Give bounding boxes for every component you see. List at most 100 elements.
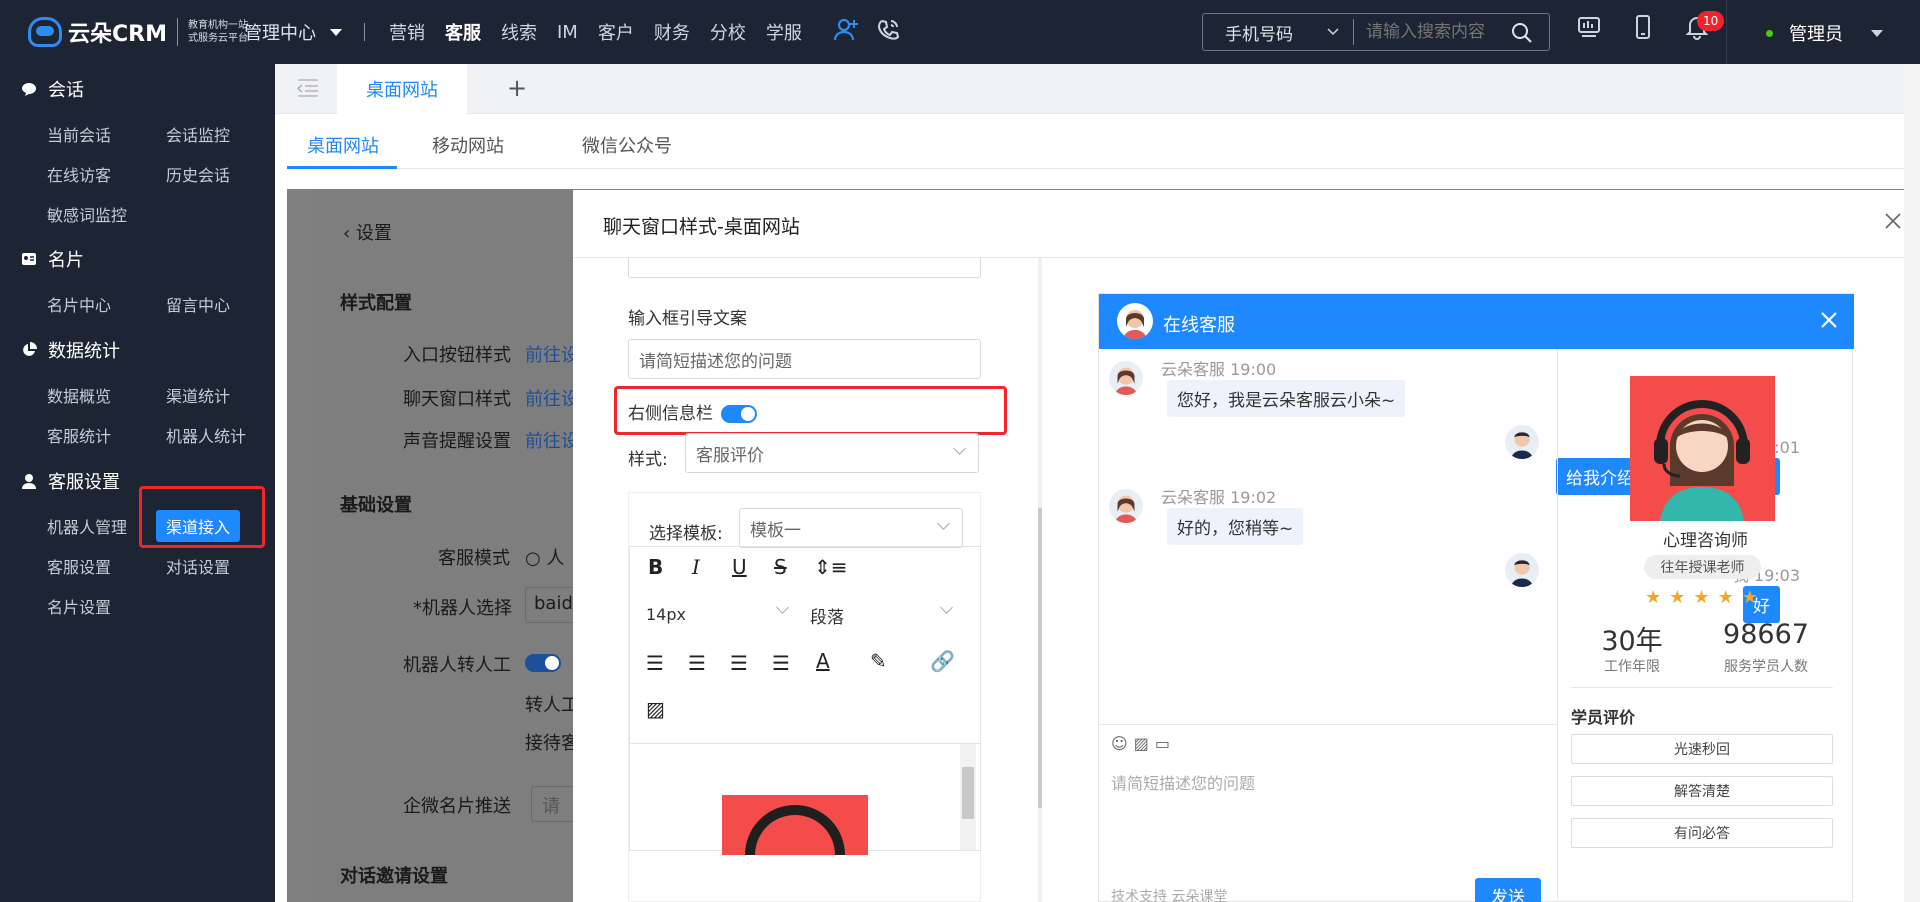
online-status-dot [1766, 29, 1773, 37]
template-select[interactable]: 模板一 [739, 508, 963, 548]
input-guide-label: 输入框引导文案 [628, 309, 747, 329]
close-icon[interactable] [1884, 212, 1902, 234]
font-size-select[interactable]: 14px [646, 605, 686, 624]
section-invite: 对话邀请设置 [340, 866, 448, 887]
chat-preview: 在线客服 云朵客服 19:00 您好，我是云朵客服云小朵~ 我 19:01 给我… [1098, 293, 1854, 902]
stat-years-label: 工作年限 [1604, 659, 1660, 675]
sidebar-item-history-session[interactable]: 历史会话 [166, 162, 230, 186]
global-search: 手机号码 [1202, 13, 1550, 51]
align-left-icon[interactable]: ☰ [646, 651, 664, 675]
search-type-select[interactable]: 手机号码 [1203, 20, 1353, 45]
nav-im[interactable]: IM [557, 22, 578, 43]
subtab-wechat-official[interactable]: 微信公众号 [582, 132, 672, 158]
add-tab-button[interactable]: + [507, 74, 527, 102]
sidebar-section-session[interactable]: 会话 [20, 76, 84, 102]
cloud-logo-icon [28, 17, 62, 47]
robot-transfer-toggle[interactable] [525, 654, 561, 672]
close-icon[interactable] [1820, 311, 1838, 334]
sidebar-item-current-session[interactable]: 当前会话 [47, 122, 111, 146]
align-center-icon[interactable]: ☰ [688, 651, 706, 675]
style-select[interactable]: 客服评价 [685, 433, 979, 473]
nav-leads[interactable]: 线索 [501, 19, 537, 45]
sidebar-section-card[interactable]: 名片 [20, 246, 84, 272]
strikethrough-icon[interactable]: S [774, 555, 787, 579]
sidebar-section-cs-settings[interactable]: 客服设置 [20, 468, 120, 494]
robot-select-label: *机器人选择 [413, 598, 512, 619]
sidebar-item-card-center[interactable]: 名片中心 [47, 292, 111, 316]
rich-text-editor: B I U S ⇕≡ 14px 段落 ☰ ☰ ☰ ☰ A ✎ 🔗 ▨ [629, 546, 981, 855]
brand-logo[interactable]: 云朵CRM 教育机构一站 式服务云平台 [28, 10, 256, 54]
align-right-icon[interactable]: ☰ [730, 651, 748, 675]
nav-marketing[interactable]: 营销 [389, 19, 425, 45]
chat-style-link[interactable]: 前往设 [525, 385, 579, 411]
chevron-down-icon [1871, 29, 1883, 37]
highlight-icon[interactable]: ✎ [870, 649, 887, 673]
chat-input[interactable]: 请简短描述您的问题 [1111, 770, 1255, 794]
nav-customers[interactable]: 客户 [598, 19, 634, 45]
sidebar-item-sensitive-words[interactable]: 敏感词监控 [47, 202, 127, 226]
nav-student-service[interactable]: 学服 [766, 19, 802, 45]
sidebar-item-message-center[interactable]: 留言中心 [166, 292, 230, 316]
rating-stars: ★★★★★ [1645, 587, 1766, 608]
search-icon[interactable] [1511, 22, 1533, 49]
sidebar-item-card-settings[interactable]: 名片设置 [47, 594, 111, 618]
sidebar-item-online-visitors[interactable]: 在线访客 [47, 162, 111, 186]
card-icon [20, 250, 38, 268]
sidebar-item-session-monitor[interactable]: 会话监控 [166, 122, 230, 146]
collapse-menu-icon[interactable] [296, 78, 319, 102]
add-user-icon[interactable] [832, 16, 860, 48]
highlight-box-channel-access [139, 486, 265, 548]
nav-customer-service[interactable]: 客服 [445, 19, 481, 45]
underline-icon[interactable]: U [732, 555, 747, 579]
back-link[interactable]: ‹ 设置 [343, 219, 392, 245]
previous-input[interactable] [628, 258, 981, 278]
eval-tag: 光速秒回 [1571, 734, 1833, 764]
italic-icon[interactable]: I [692, 555, 700, 579]
sidebar-section-stats[interactable]: 数据统计 [20, 337, 120, 363]
folder-icon[interactable]: ▭ [1155, 734, 1176, 753]
pie-chart-icon [20, 341, 38, 359]
template-label: 选择模板: [649, 524, 723, 544]
page-scrollbar[interactable] [1904, 64, 1920, 902]
emoji-icon[interactable]: ☺ [1111, 734, 1134, 753]
input-guide-field[interactable]: 请简短描述您的问题 [628, 339, 981, 379]
link-icon[interactable]: 🔗 [930, 649, 955, 673]
tab-desktop-site[interactable]: 桌面网站 [337, 64, 467, 114]
sidebar-item-robot-stats[interactable]: 机器人统计 [166, 423, 246, 447]
line-height-icon[interactable]: ⇕≡ [814, 555, 848, 579]
modal-title: 聊天窗口样式-桌面网站 [603, 216, 800, 238]
sound-link[interactable]: 前往设 [525, 427, 579, 453]
subtab-mobile-site[interactable]: 移动网站 [432, 132, 504, 158]
form-scrollbar[interactable] [1038, 258, 1042, 902]
mode-radio[interactable]: ○ 人 [525, 544, 564, 570]
send-button[interactable]: 发送 [1475, 878, 1541, 902]
user-avatar [1505, 553, 1539, 587]
sidebar-item-agent-stats[interactable]: 客服统计 [47, 423, 111, 447]
management-center-dropdown[interactable]: 管理中心 [244, 19, 342, 45]
sub-tabs: 桌面网站 移动网站 微信公众号 [287, 114, 1907, 169]
sidebar-item-agent-settings[interactable]: 客服设置 [47, 554, 111, 578]
user-menu[interactable]: 管理员 [1766, 20, 1883, 46]
nav-finance[interactable]: 财务 [654, 19, 690, 45]
font-color-icon[interactable]: A [816, 649, 830, 673]
powered-by: 技术支持 云朵课堂 [1111, 889, 1228, 902]
sidebar-item-dialog-settings[interactable]: 对话设置 [166, 554, 230, 578]
sound-label: 声音提醒设置 [403, 431, 511, 452]
justify-icon[interactable]: ☰ [772, 651, 790, 675]
mobile-icon[interactable] [1630, 14, 1656, 44]
sidebar-item-channel-stats[interactable]: 渠道统计 [166, 383, 230, 407]
image-icon[interactable]: ▨ [646, 697, 665, 721]
subtab-desktop-site[interactable]: 桌面网站 [307, 132, 379, 158]
preview-header: 在线客服 [1099, 294, 1854, 349]
nav-branches[interactable]: 分校 [710, 19, 746, 45]
paragraph-select[interactable]: 段落 [810, 603, 844, 628]
search-input[interactable] [1354, 22, 1499, 42]
monitor-icon[interactable] [1576, 14, 1602, 44]
right-panel-toggle[interactable] [721, 405, 757, 423]
image-icon[interactable]: ▨ [1134, 734, 1155, 753]
entry-style-link[interactable]: 前往设 [525, 341, 579, 367]
sidebar-item-robot-management[interactable]: 机器人管理 [47, 514, 127, 538]
bold-icon[interactable]: B [648, 555, 663, 579]
phone-call-icon[interactable] [876, 17, 902, 47]
sidebar-item-data-overview[interactable]: 数据概览 [47, 383, 111, 407]
